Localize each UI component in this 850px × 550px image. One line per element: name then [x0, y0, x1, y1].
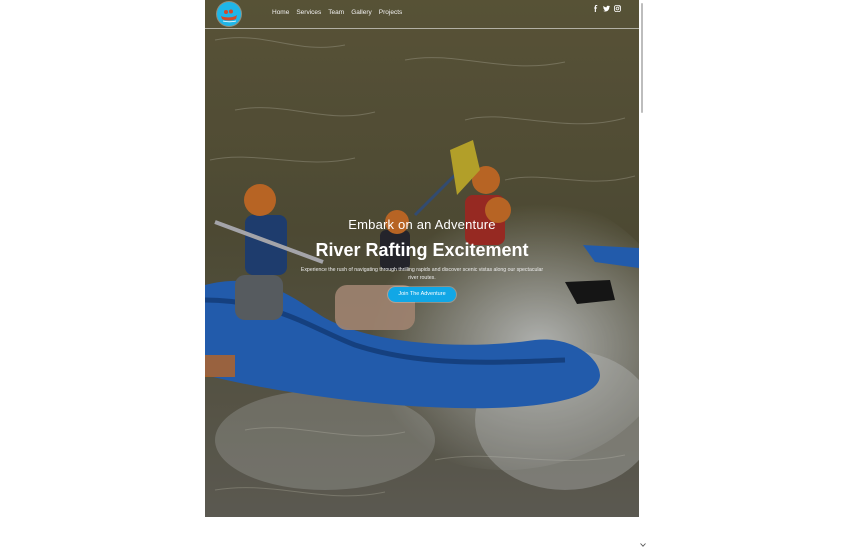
nav-link-home[interactable]: Home — [272, 9, 289, 17]
hero-description: Experience the rush of navigating throug… — [300, 267, 544, 281]
nav-link-gallery[interactable]: Gallery — [351, 9, 372, 17]
join-adventure-button[interactable]: Join The Adventure — [388, 287, 456, 302]
social-links — [592, 5, 621, 12]
nav-link-team[interactable]: Team — [328, 9, 344, 17]
hero-title: River Rafting Excitement — [315, 240, 529, 260]
navbar: Home Services Team Gallery Projects — [205, 0, 639, 28]
chevron-down-icon[interactable] — [640, 543, 646, 547]
nav-links: Home Services Team Gallery Projects — [272, 9, 402, 17]
twitter-icon[interactable] — [603, 5, 610, 12]
scrollbar-thumb[interactable] — [641, 3, 643, 113]
navbar-divider — [205, 28, 639, 29]
facebook-icon[interactable] — [592, 5, 599, 12]
hero-content: Embark on an Adventure River Rafting Exc… — [205, 216, 639, 302]
raft-logo-icon[interactable] — [217, 2, 241, 26]
instagram-icon[interactable] — [614, 5, 621, 12]
hero-eyebrow: Embark on an Adventure — [348, 217, 496, 232]
nav-link-projects[interactable]: Projects — [379, 9, 402, 17]
nav-link-services[interactable]: Services — [296, 9, 321, 17]
hero-section: Home Services Team Gallery Projects Emba… — [205, 0, 639, 517]
